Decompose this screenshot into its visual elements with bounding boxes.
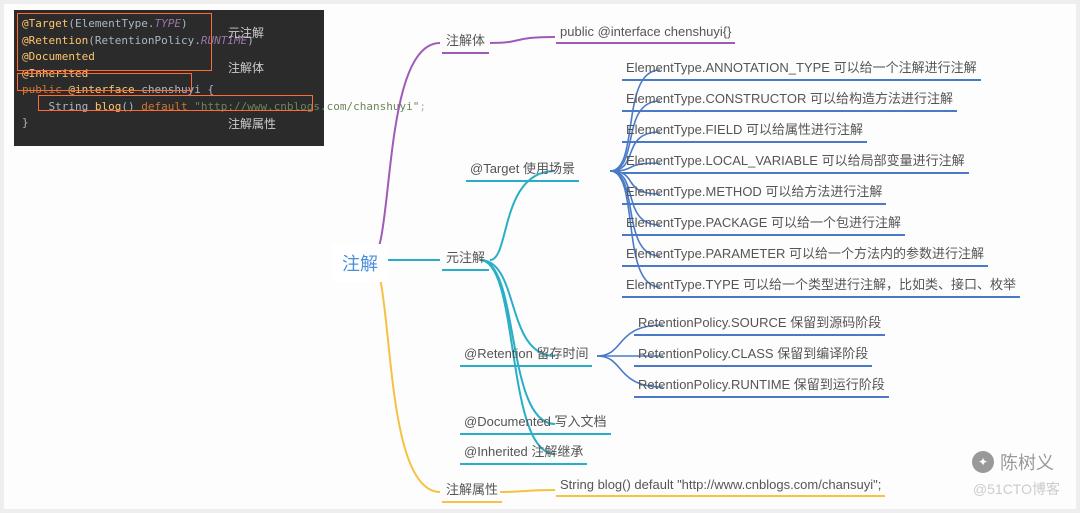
branch-meta-label[interactable]: 元注解 bbox=[442, 245, 489, 271]
node-documented[interactable]: @Documented 写入文档 bbox=[460, 409, 611, 435]
wechat-icon: ✦ bbox=[972, 451, 994, 473]
target-item: ElementType.LOCAL_VARIABLE 可以给局部变量进行注解 bbox=[622, 148, 969, 174]
node-retention[interactable]: @Retention 留存时间 bbox=[460, 341, 592, 367]
target-item: ElementType.PACKAGE 可以给一个包进行注解 bbox=[622, 210, 905, 236]
node-inherited[interactable]: @Inherited 注解继承 bbox=[460, 439, 587, 465]
author-watermark: ✦ 陈树义 bbox=[972, 449, 1054, 475]
retention-item: RetentionPolicy.RUNTIME 保留到运行阶段 bbox=[634, 372, 889, 398]
code-snippet-panel: @Target(ElementType.TYPE) @Retention(Ret… bbox=[14, 10, 324, 146]
code-label-body: 注解体 bbox=[228, 59, 264, 77]
branch-attr-label[interactable]: 注解属性 bbox=[442, 477, 502, 503]
retention-item: RetentionPolicy.SOURCE 保留到源码阶段 bbox=[634, 310, 885, 336]
code-label-attr: 注解属性 bbox=[228, 115, 276, 133]
target-item: ElementType.TYPE 可以给一个类型进行注解，比如类、接口、枚举 bbox=[622, 272, 1020, 298]
branch-body-value: public @interface chenshuyi{} bbox=[556, 22, 735, 44]
branch-attr-value: String blog() default "http://www.cnblog… bbox=[556, 475, 885, 497]
target-item: ElementType.ANNOTATION_TYPE 可以给一个注解进行注解 bbox=[622, 55, 981, 81]
target-item: ElementType.METHOD 可以给方法进行注解 bbox=[622, 179, 886, 205]
site-watermark: @51CTO博客 bbox=[973, 479, 1060, 499]
target-item: ElementType.CONSTRUCTOR 可以给构造方法进行注解 bbox=[622, 86, 957, 112]
code-label-meta: 元注解 bbox=[228, 24, 264, 42]
branch-body-label[interactable]: 注解体 bbox=[442, 28, 489, 54]
retention-item: RetentionPolicy.CLASS 保留到编译阶段 bbox=[634, 341, 872, 367]
target-item: ElementType.PARAMETER 可以给一个方法内的参数进行注解 bbox=[622, 241, 988, 267]
node-target[interactable]: @Target 使用场景 bbox=[466, 156, 579, 182]
target-item: ElementType.FIELD 可以给属性进行注解 bbox=[622, 117, 867, 143]
root-node[interactable]: 注解 bbox=[332, 244, 388, 282]
